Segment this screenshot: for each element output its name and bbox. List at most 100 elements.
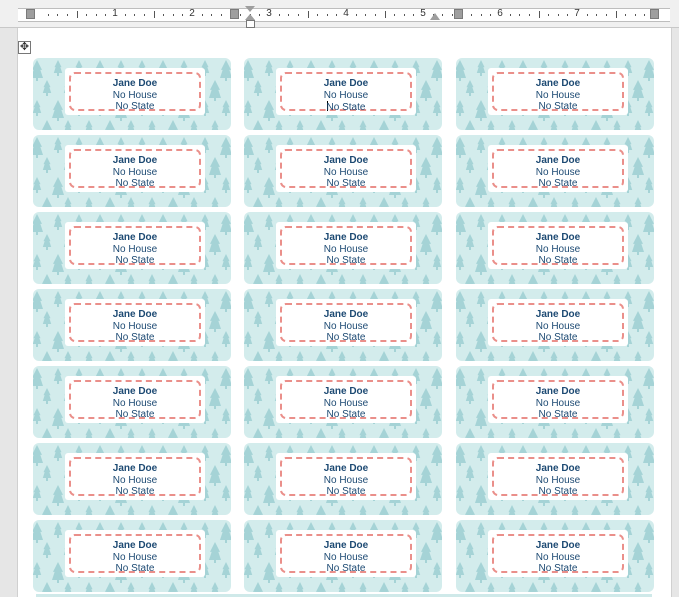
recipient-name[interactable]: Jane Doe [65, 463, 205, 475]
recipient-name[interactable]: Jane Doe [488, 463, 628, 475]
label-card[interactable]: Jane Doe No House No State [276, 299, 416, 346]
recipient-name[interactable]: Jane Doe [276, 232, 416, 244]
address-line-2[interactable]: No House [488, 552, 628, 564]
recipient-name[interactable]: Jane Doe [65, 540, 205, 552]
address-lines[interactable]: Jane Doe No House No State [65, 232, 205, 267]
address-line-3[interactable]: No State [488, 332, 628, 344]
recipient-name[interactable]: Jane Doe [488, 78, 628, 90]
label-card[interactable]: Jane Doe No House No State [276, 530, 416, 577]
recipient-name[interactable]: Jane Doe [276, 463, 416, 475]
address-lines[interactable]: Jane Doe No House No State [65, 463, 205, 498]
address-label[interactable]: Jane Doe No House No State [456, 289, 654, 361]
ruler-column-marker[interactable] [454, 9, 463, 19]
recipient-name[interactable]: Jane Doe [488, 386, 628, 398]
address-line-3[interactable]: No State [65, 255, 205, 267]
label-card[interactable]: Jane Doe No House No State [488, 145, 628, 192]
ruler-column-marker[interactable] [26, 9, 35, 19]
address-line-2[interactable]: No House [65, 167, 205, 179]
recipient-name[interactable]: Jane Doe [276, 155, 416, 167]
address-lines[interactable]: Jane Doe No House No State [65, 386, 205, 421]
address-label[interactable]: Jane Doe No House No State [33, 443, 231, 515]
address-lines[interactable]: Jane Doe No House No State [65, 309, 205, 344]
address-label[interactable]: Jane Doe No House No State [244, 58, 442, 130]
address-line-2[interactable]: No House [488, 321, 628, 333]
recipient-name[interactable]: Jane Doe [65, 309, 205, 321]
address-line-3[interactable]: No State [276, 486, 416, 498]
address-lines[interactable]: Jane Doe No House No State [276, 78, 416, 114]
address-line-2[interactable]: No House [276, 244, 416, 256]
address-line-2[interactable]: No House [276, 321, 416, 333]
address-lines[interactable]: Jane Doe No House No State [488, 386, 628, 421]
address-lines[interactable]: Jane Doe No House No State [276, 155, 416, 190]
address-label[interactable]: Jane Doe No House No State [244, 520, 442, 592]
address-label[interactable]: Jane Doe No House No State [456, 135, 654, 207]
address-line-2[interactable]: No House [488, 167, 628, 179]
address-line-3[interactable]: No State [65, 486, 205, 498]
address-label[interactable]: Jane Doe No House No State [33, 135, 231, 207]
recipient-name[interactable]: Jane Doe [276, 78, 416, 90]
ruler-column-marker[interactable] [650, 9, 659, 19]
label-card[interactable]: Jane Doe No House No State [65, 530, 205, 577]
label-card[interactable]: Jane Doe No House No State [65, 145, 205, 192]
address-lines[interactable]: Jane Doe No House No State [65, 78, 205, 113]
address-line-2[interactable]: No House [65, 398, 205, 410]
address-lines[interactable]: Jane Doe No House No State [65, 540, 205, 575]
address-lines[interactable]: Jane Doe No House No State [488, 540, 628, 575]
address-line-3[interactable]: No State [488, 563, 628, 575]
address-lines[interactable]: Jane Doe No House No State [276, 540, 416, 575]
label-card[interactable]: Jane Doe No House No State [488, 530, 628, 577]
address-line-3[interactable]: No State [65, 409, 205, 421]
address-lines[interactable]: Jane Doe No House No State [488, 78, 628, 113]
address-line-3[interactable]: No State [488, 255, 628, 267]
address-line-2[interactable]: No House [65, 321, 205, 333]
recipient-name[interactable]: Jane Doe [65, 232, 205, 244]
address-label[interactable]: Jane Doe No House No State [244, 443, 442, 515]
address-label[interactable]: Jane Doe No House No State [244, 135, 442, 207]
recipient-name[interactable]: Jane Doe [488, 540, 628, 552]
recipient-name[interactable]: Jane Doe [65, 155, 205, 167]
address-line-3[interactable]: No State [276, 101, 416, 114]
address-line-2[interactable]: No House [276, 90, 416, 102]
label-card[interactable]: Jane Doe No House No State [488, 68, 628, 115]
recipient-name[interactable]: Jane Doe [488, 155, 628, 167]
label-card[interactable]: Jane Doe No House No State [488, 376, 628, 423]
address-line-3[interactable]: No State [488, 178, 628, 190]
recipient-name[interactable]: Jane Doe [65, 78, 205, 90]
address-lines[interactable]: Jane Doe No House No State [276, 232, 416, 267]
address-line-3[interactable]: No State [276, 332, 416, 344]
address-line-2[interactable]: No House [65, 475, 205, 487]
address-lines[interactable]: Jane Doe No House No State [488, 309, 628, 344]
address-line-2[interactable]: No House [65, 90, 205, 102]
address-line-3[interactable]: No State [65, 178, 205, 190]
address-label[interactable]: Jane Doe No House No State [456, 366, 654, 438]
address-line-3[interactable]: No State [488, 486, 628, 498]
address-line-3[interactable]: No State [276, 409, 416, 421]
label-card[interactable]: Jane Doe No House No State [488, 299, 628, 346]
recipient-name[interactable]: Jane Doe [488, 309, 628, 321]
label-card[interactable]: Jane Doe No House No State [65, 299, 205, 346]
recipient-name[interactable]: Jane Doe [276, 309, 416, 321]
label-card[interactable]: Jane Doe No House No State [65, 453, 205, 500]
recipient-name[interactable]: Jane Doe [276, 540, 416, 552]
label-card[interactable]: Jane Doe No House No State [276, 222, 416, 269]
address-line-2[interactable]: No House [488, 244, 628, 256]
ruler-track[interactable]: 1 2 3 4 5 6 7 [18, 8, 670, 22]
address-lines[interactable]: Jane Doe No House No State [65, 155, 205, 190]
address-line-3[interactable]: No State [65, 563, 205, 575]
label-card[interactable]: Jane Doe No House No State [488, 222, 628, 269]
label-card[interactable]: Jane Doe No House No State [276, 376, 416, 423]
address-label[interactable]: Jane Doe No House No State [244, 366, 442, 438]
address-line-2[interactable]: No House [65, 244, 205, 256]
address-line-2[interactable]: No House [488, 90, 628, 102]
address-label[interactable]: Jane Doe No House No State [456, 212, 654, 284]
address-line-3[interactable]: No State [65, 332, 205, 344]
recipient-name[interactable]: Jane Doe [488, 232, 628, 244]
address-label[interactable]: Jane Doe No House No State [456, 443, 654, 515]
label-card[interactable]: Jane Doe No House No State [276, 145, 416, 192]
label-card[interactable]: Jane Doe No House No State [488, 453, 628, 500]
address-label[interactable]: Jane Doe No House No State [33, 289, 231, 361]
address-line-3[interactable]: No State [276, 563, 416, 575]
address-label[interactable]: Jane Doe No House No State [33, 58, 231, 130]
address-line-2[interactable]: No House [488, 475, 628, 487]
address-line-2[interactable]: No House [488, 398, 628, 410]
